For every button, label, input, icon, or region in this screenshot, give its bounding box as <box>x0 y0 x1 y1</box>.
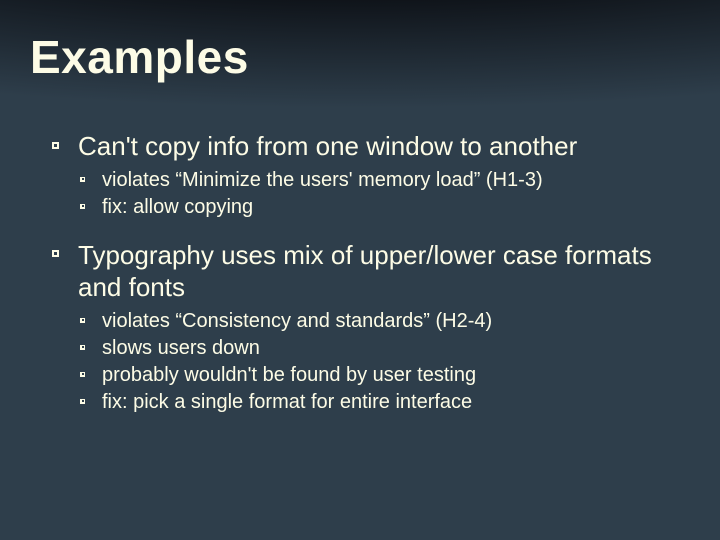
bullet-lvl2: probably wouldn't be found by user testi… <box>78 362 690 389</box>
bullet-text: slows users down <box>102 337 260 359</box>
bullet-lvl2: violates “Minimize the users' memory loa… <box>78 167 690 194</box>
bullet-text: fix: pick a single format for entire int… <box>102 391 472 413</box>
bullet-lvl2: slows users down <box>78 335 690 362</box>
bullet-lvl1: Can't copy info from one window to anoth… <box>50 130 690 163</box>
bullet-block-0: Can't copy info from one window to anoth… <box>50 130 690 221</box>
bullet-icon <box>80 372 85 377</box>
bullet-icon <box>52 142 59 149</box>
bullet-icon <box>80 399 85 404</box>
bullet-text: violates “Consistency and standards” (H2… <box>102 310 492 332</box>
bullet-text: violates “Minimize the users' memory loa… <box>102 169 543 191</box>
bullet-lvl2: fix: allow copying <box>78 194 690 221</box>
bullet-text: fix: allow copying <box>102 196 253 218</box>
bullet-lvl2: violates “Consistency and standards” (H2… <box>78 308 690 335</box>
sub-group: violates “Minimize the users' memory loa… <box>78 167 690 221</box>
bullet-text: Can't copy info from one window to anoth… <box>78 131 577 161</box>
bullet-block-1: Typography uses mix of upper/lower case … <box>50 239 690 416</box>
bullet-icon <box>80 318 85 323</box>
bullet-icon <box>52 250 59 257</box>
sub-group: violates “Consistency and standards” (H2… <box>78 308 690 416</box>
bullet-icon <box>80 204 85 209</box>
bullet-icon <box>80 345 85 350</box>
bullet-text: probably wouldn't be found by user testi… <box>102 364 476 386</box>
bullet-icon <box>80 177 85 182</box>
slide-content: Can't copy info from one window to anoth… <box>50 130 690 434</box>
slide-title: Examples <box>30 30 249 84</box>
bullet-lvl2: fix: pick a single format for entire int… <box>78 389 690 416</box>
bullet-lvl1: Typography uses mix of upper/lower case … <box>50 239 690 304</box>
bullet-text: Typography uses mix of upper/lower case … <box>78 240 652 303</box>
